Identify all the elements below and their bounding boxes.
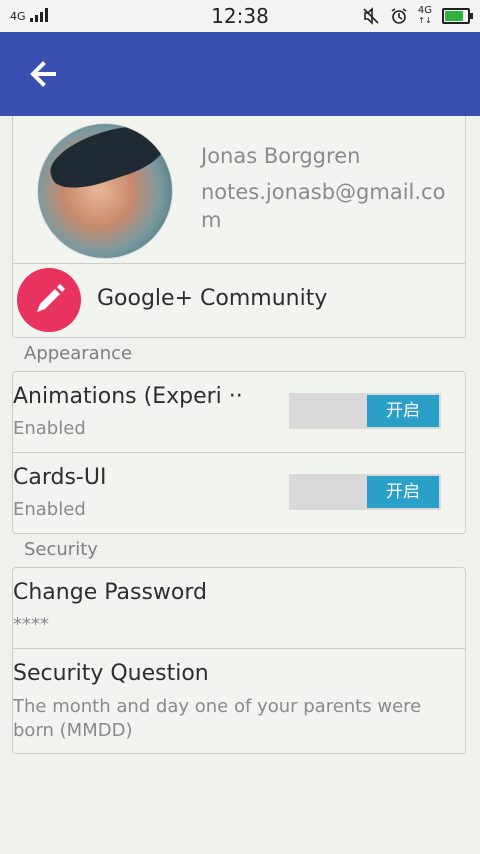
arrow-left-icon[interactable] [26, 57, 60, 91]
setting-title: Animations (Experi ·· [13, 384, 243, 409]
status-bar: 4G 12:38 4G ↑↓ [0, 0, 480, 32]
divider [13, 452, 465, 453]
status-icons: 4G ↑↓ [362, 6, 473, 26]
setting-title: Security Question [13, 661, 209, 686]
network-type-label-right: 4G [417, 5, 432, 16]
app-bar [0, 32, 480, 116]
setting-subtitle: Enabled [13, 499, 86, 520]
network-indicator: 4G ↑↓ [418, 6, 432, 26]
security-card: Change Password **** Security Question T… [12, 567, 466, 754]
data-arrows: ↑↓ [418, 16, 432, 25]
setting-title: Cards-UI [13, 465, 107, 490]
section-header-security: Security [24, 539, 98, 560]
toggle-label: 开启 [367, 395, 439, 427]
section-header-appearance: Appearance [24, 343, 133, 364]
setting-subtitle: **** [13, 614, 49, 635]
profile-email: notes.jonasb@gmail.com [201, 180, 446, 232]
appearance-card: Animations (Experi ·· Enabled 开启 Cards-U… [12, 371, 466, 534]
divider [13, 648, 465, 649]
profile-name: Jonas Borggren [201, 144, 361, 168]
animations-toggle[interactable]: 开启 [289, 393, 441, 429]
setting-title: Change Password [13, 580, 207, 605]
toggle-label: 开启 [367, 476, 439, 508]
avatar[interactable] [37, 123, 173, 259]
community-label[interactable]: Google+ Community [97, 286, 327, 311]
mute-icon [363, 7, 379, 25]
profile-card: Jonas Borggren notes.jonasb@gmail.com Go… [12, 116, 466, 338]
setting-subtitle: Enabled [13, 418, 86, 439]
alarm-icon [391, 8, 407, 24]
divider [13, 263, 465, 264]
setting-subtitle: The month and day one of your parents we… [13, 696, 422, 741]
cards-ui-toggle[interactable]: 开启 [289, 474, 441, 510]
battery-icon [442, 8, 473, 24]
pencil-icon [37, 284, 65, 312]
community-button[interactable] [17, 268, 81, 332]
